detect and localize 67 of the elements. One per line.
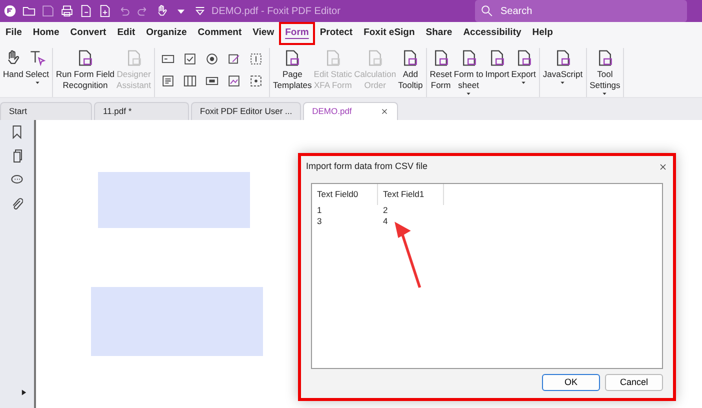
signature-field-icon[interactable] (227, 52, 242, 66)
close-icon[interactable] (380, 107, 390, 116)
ribbon-button[interactable]: Run Form Field Recognition (54, 48, 116, 92)
page-icon (283, 48, 302, 66)
list-cell-text: 3 (316, 216, 323, 227)
column-header: Text Field1 (378, 184, 444, 205)
folder-icon[interactable] (22, 4, 36, 18)
checkbox-icon[interactable] (183, 52, 198, 66)
save-icon[interactable] (40, 4, 54, 18)
page-icon (366, 48, 384, 66)
data-list[interactable]: Text Field0 Text Field1 1 2 3 4 (311, 183, 663, 369)
page-icon (401, 48, 420, 66)
document-tab[interactable]: 11.pdf * (94, 102, 189, 120)
dialog-title: Import form data from CSV file (306, 160, 429, 174)
document-tab[interactable]: Foxit PDF Editor User ... (191, 102, 302, 120)
expand-icon[interactable] (21, 389, 27, 396)
list-cell-text: 4 (382, 216, 389, 227)
search-input[interactable]: Search (498, 2, 648, 20)
menu-tab[interactable]: Help (529, 25, 556, 42)
search-icon (480, 4, 494, 18)
menu-tab[interactable]: Convert (67, 25, 110, 42)
ribbon-button[interactable]: Reset Form (428, 48, 453, 92)
menu-tab[interactable]: Home (30, 25, 62, 42)
image-field-icon[interactable] (227, 74, 242, 88)
pages-icon[interactable] (11, 149, 23, 163)
page-icon (488, 48, 506, 66)
menu-tab[interactable]: Foxit eSign (360, 25, 418, 42)
annotation-arrow (394, 222, 422, 288)
ribbon-button[interactable]: Page Templates (272, 48, 313, 92)
menu-tab[interactable]: File (2, 25, 25, 42)
ribbon-button[interactable]: Add Tooltip (397, 48, 424, 92)
menu-tab[interactable]: Organize (143, 25, 190, 42)
bookmark-icon[interactable] (11, 125, 23, 139)
dialog-button[interactable]: OK (542, 374, 600, 391)
document-tab[interactable]: DEMO.pdf (303, 102, 398, 120)
list-box-icon[interactable] (161, 74, 176, 88)
search-field[interactable]: Search (474, 0, 686, 22)
document-tab[interactable]: Start (0, 102, 92, 120)
ribbon-button[interactable]: Import (484, 48, 510, 80)
page-icon (76, 48, 94, 66)
close-icon[interactable] (658, 162, 668, 172)
radio-button-icon[interactable] (205, 52, 220, 66)
ribbon-button[interactable]: JavaScript (542, 48, 584, 86)
menu-tab[interactable]: Protect (316, 25, 356, 42)
dialog-button[interactable]: Cancel (605, 374, 663, 391)
menu-tab[interactable]: Form (282, 25, 312, 42)
ribbon-button[interactable]: Hand (2, 48, 24, 80)
menu-tab[interactable]: View (250, 25, 278, 42)
text-cursor-icon (28, 48, 46, 66)
menu-tab[interactable]: Accessibility (460, 25, 524, 42)
ribbon-button[interactable]: Export (510, 48, 537, 86)
menu-tab[interactable]: Comment (194, 25, 245, 42)
menu-tab[interactable]: Edit (114, 25, 138, 42)
document-icon[interactable] (78, 4, 92, 18)
app-logo-icon[interactable] (2, 4, 16, 18)
window-title: DEMO.pdf - Foxit PDF Editor (212, 4, 340, 18)
combo-box-icon[interactable] (183, 74, 198, 88)
ribbon-button[interactable]: Select (24, 48, 50, 86)
list-cell-text: 2 (382, 204, 389, 216)
list-cell-text: 1 (316, 204, 323, 216)
print-icon[interactable] (60, 4, 74, 18)
menu-tab[interactable]: Share (422, 25, 456, 42)
column-header: Text Field0 (312, 184, 378, 205)
paperclip-icon[interactable] (11, 197, 23, 211)
ribbon-button[interactable]: Form to sheet (452, 48, 484, 98)
ribbon-button[interactable]: Tool Settings (588, 48, 622, 98)
new-document-icon[interactable] (98, 4, 112, 18)
